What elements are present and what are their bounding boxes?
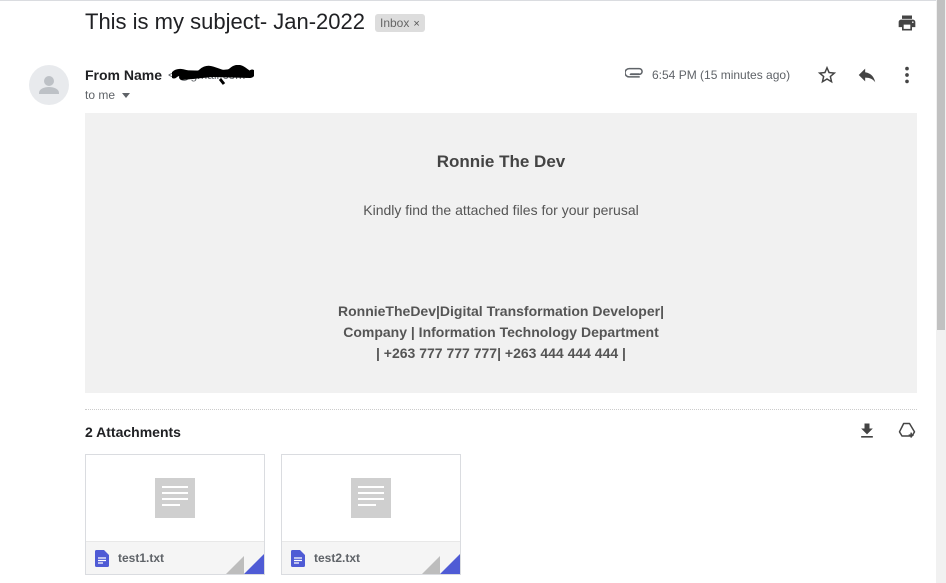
recipient-text: to me xyxy=(85,88,116,102)
remove-label-button[interactable]: × xyxy=(413,18,419,30)
attachment-filename: test1.txt xyxy=(118,551,165,565)
top-border xyxy=(0,0,936,1)
more-options-icon[interactable] xyxy=(896,64,918,86)
attachment-filename: test2.txt xyxy=(314,551,361,565)
label-text: Inbox xyxy=(380,16,410,30)
corner-fold xyxy=(226,556,244,574)
print-icon[interactable] xyxy=(897,13,917,33)
file-thumbnail-icon xyxy=(351,478,391,518)
download-all-icon[interactable] xyxy=(857,421,877,441)
person-icon xyxy=(39,76,59,94)
sender-avatar xyxy=(29,65,69,105)
attachment-card[interactable]: test1.txt xyxy=(85,454,265,575)
email-subject: This is my subject- Jan-2022 xyxy=(85,9,365,34)
body-heading: Ronnie The Dev xyxy=(436,152,566,171)
redaction-scribble xyxy=(170,64,256,85)
recipient-dropdown[interactable]: to me xyxy=(85,88,131,102)
inbox-label-chip: Inbox × xyxy=(375,14,425,32)
email-timestamp: 6:54 PM (15 minutes ago) xyxy=(652,68,791,82)
chevron-down-icon xyxy=(122,93,131,99)
scrollbar-thumb[interactable] xyxy=(937,0,945,330)
signature-line: RonnieTheDev|Digital Transformation Deve… xyxy=(337,303,664,319)
add-to-drive-icon[interactable] xyxy=(897,421,917,441)
body-message: Kindly find the attached files for your … xyxy=(363,202,639,218)
attachments-count: 2 Attachments xyxy=(85,424,181,440)
reply-icon[interactable] xyxy=(856,64,878,86)
signature-line: | +263 777 777 777| +263 444 444 444 | xyxy=(376,345,626,361)
file-thumbnail-icon xyxy=(155,478,195,518)
sender-name: From Name xyxy=(85,67,163,83)
document-icon xyxy=(291,550,305,567)
paperclip-icon xyxy=(624,67,645,81)
document-icon xyxy=(95,550,109,567)
corner-fold xyxy=(244,554,264,574)
attachments-divider xyxy=(85,409,917,410)
scrollbar[interactable] xyxy=(936,0,946,583)
corner-fold xyxy=(440,554,460,574)
email-body: Ronnie The Dev Kindly find the attached … xyxy=(85,113,917,393)
corner-fold xyxy=(422,556,440,574)
attachment-card[interactable]: test2.txt xyxy=(281,454,461,575)
star-icon[interactable] xyxy=(816,64,838,86)
signature-line: Company | Information Technology Departm… xyxy=(343,324,659,340)
